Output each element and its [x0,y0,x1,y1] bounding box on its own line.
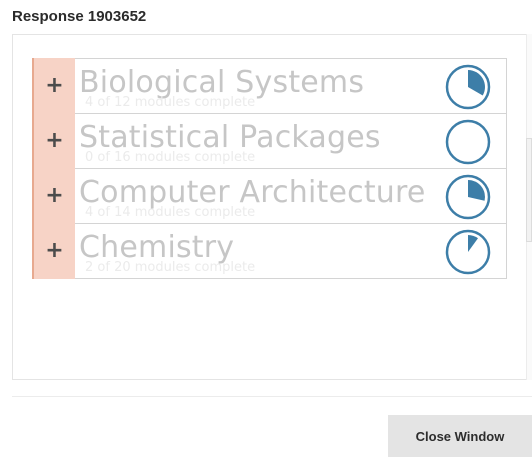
expand-button[interactable]: + [32,168,75,224]
expand-button[interactable]: + [32,113,75,169]
plus-icon: + [45,238,64,263]
module-row-statistical-packages[interactable]: + Statistical Packages 0 of 16 modules c… [32,113,507,169]
expand-button[interactable]: + [32,58,75,114]
modal-title: Response 1903652 [12,8,147,25]
plus-icon: + [45,128,64,153]
plus-icon: + [45,73,64,98]
close-window-button[interactable]: Close Window [388,415,532,457]
expand-button[interactable]: + [32,223,75,279]
progress-ring-outline [445,119,491,165]
footer-divider [12,396,532,397]
progress-ring-icon [445,174,491,220]
module-progress-text: 4 of 12 modules complete [85,95,256,110]
module-row-computer-architecture[interactable]: + Computer Architecture 4 of 14 modules … [32,168,507,224]
module-row-biological-systems[interactable]: + Biological Systems 4 of 12 modules com… [32,58,507,114]
progress-ring-icon [445,119,491,165]
progress-ring-icon [445,229,491,275]
plus-icon: + [45,183,64,208]
module-progress-text: 2 of 20 modules complete [85,260,256,275]
module-progress-text: 0 of 16 modules complete [85,150,256,165]
module-row-chemistry[interactable]: + Chemistry 2 of 20 modules complete [32,223,507,279]
module-list: + Biological Systems 4 of 12 modules com… [32,58,507,380]
progress-ring-icon [445,64,491,110]
module-progress-text: 4 of 14 modules complete [85,205,256,220]
scrollbar-thumb[interactable] [526,138,532,242]
